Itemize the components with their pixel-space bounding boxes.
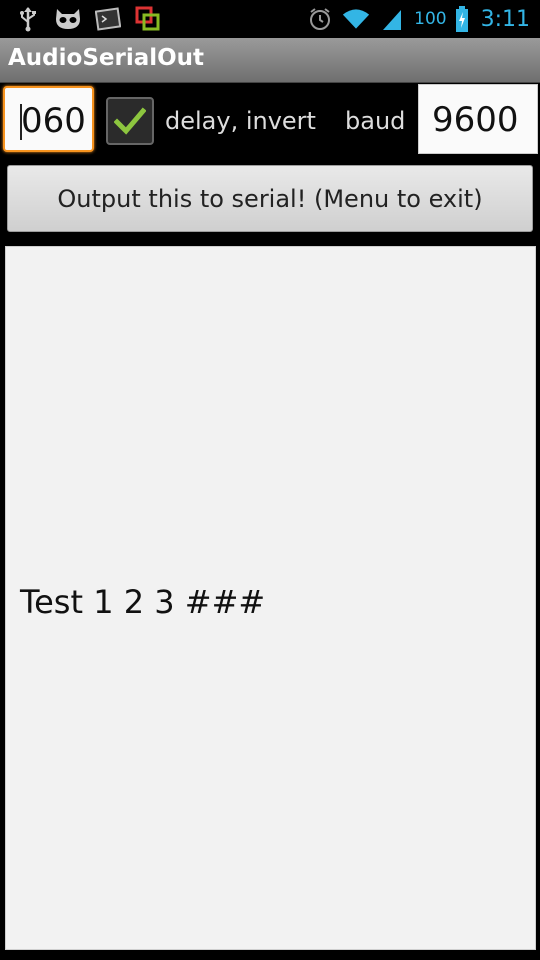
cyanogen-mascot-icon (54, 5, 82, 33)
clock: 3:11 (480, 6, 530, 32)
output-button-label: Output this to serial! (Menu to exit) (57, 184, 483, 213)
system-icons: 100 3:11 (306, 4, 530, 34)
alarm-icon (306, 5, 334, 33)
delay-invert-checkbox[interactable] (106, 97, 154, 145)
app-title: AudioSerialOut (8, 45, 205, 71)
notification-icons (14, 4, 162, 34)
status-bar: 100 3:11 (0, 0, 540, 38)
usb-icon (14, 5, 42, 33)
battery-charging-icon (455, 5, 469, 33)
signal-icon (378, 5, 406, 33)
baud-label: baud (345, 107, 406, 135)
message-text-area[interactable]: Test 1 2 3 ### (5, 246, 536, 950)
text-cursor (20, 104, 22, 140)
battery-level: 100 (414, 9, 447, 29)
message-text: Test 1 2 3 ### (20, 583, 266, 621)
baud-value: 9600 (432, 100, 519, 140)
phone-screen: 100 3:11 AudioSerialOut 060 delay, inver… (0, 0, 540, 960)
screen-share-icon (134, 5, 162, 33)
baud-input[interactable]: 9600 (418, 84, 538, 154)
delay-input[interactable]: 060 (3, 86, 94, 152)
checkmark-icon (114, 107, 146, 135)
action-bar: AudioSerialOut (0, 38, 540, 83)
delay-value: 060 (21, 101, 86, 141)
terminal-icon (94, 5, 122, 33)
output-to-serial-button[interactable]: Output this to serial! (Menu to exit) (7, 165, 533, 232)
wifi-icon (342, 5, 370, 33)
checkbox-label[interactable]: delay, invert (165, 107, 316, 135)
